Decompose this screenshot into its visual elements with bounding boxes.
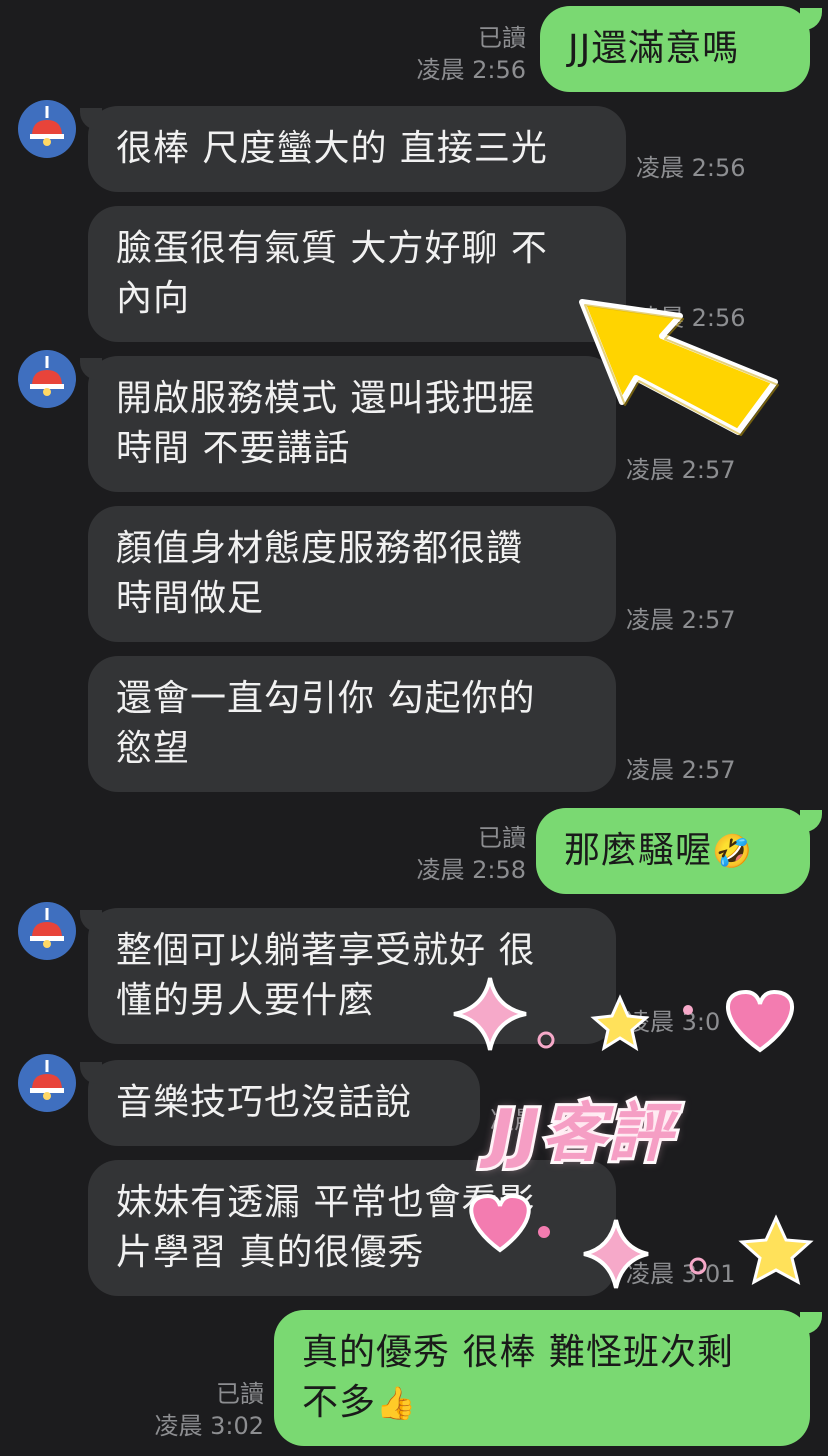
message-bubble[interactable]: 妹妹有透漏 平常也會看影 片學習 真的很優秀 [88, 1160, 616, 1296]
bubble-tail [800, 810, 822, 832]
message-bubble[interactable]: 臉蛋很有氣質 大方好聊 不 內向 [88, 206, 626, 342]
message-bubble[interactable]: 音樂技巧也沒話說 [88, 1060, 480, 1146]
message-text-line: 懂的男人要什麼 [116, 980, 376, 1021]
avatar[interactable] [18, 1054, 76, 1112]
message-bubble[interactable]: 真的優秀 很棒 難怪班次剩 不多👍 [274, 1310, 810, 1446]
heart-icon [725, 989, 795, 1053]
message-text: 那麼騷喔 [564, 830, 713, 871]
message-text-line: 妹妹有透漏 平常也會看影 [116, 1182, 536, 1223]
star-icon [738, 1214, 814, 1285]
message-time: 凌晨 2:56 [636, 154, 746, 182]
avatar[interactable] [18, 100, 76, 158]
message-bubble[interactable]: 那麼騷喔🤣 [536, 808, 810, 894]
message-text-line: 很棒 尺度蠻大的 直接三光 [116, 128, 548, 169]
message-text-line: 臉蛋很有氣質 大方好聊 不 [116, 228, 548, 269]
message-text-line: 不多 [302, 1382, 377, 1423]
message-time: 凌晨 2:56 [416, 56, 526, 84]
message-text-line: 時間做足 [116, 578, 265, 619]
bubble-tail [800, 1312, 822, 1334]
message-text: JJ還滿意嗎 [568, 28, 740, 69]
message-time: 凌晨 2:57 [626, 756, 736, 784]
read-receipt: 已讀 [478, 24, 526, 52]
bubble-tail [80, 108, 102, 130]
message-time: 凌晨 2:57 [626, 606, 736, 634]
message-text-line: 內向 [116, 278, 191, 319]
bubble-tail [80, 910, 102, 932]
message-text-line: 開啟服務模式 還叫我把握 [116, 378, 536, 419]
message-time: 凌晨 3:02 [154, 1412, 264, 1440]
lamp-icon [30, 1060, 64, 1100]
bubble-tail [800, 8, 822, 30]
message-text-line: 時間 不要講話 [116, 428, 351, 469]
message-time: 凌晨 2:56 [636, 304, 746, 332]
avatar[interactable] [18, 902, 76, 960]
message-bubble[interactable]: 開啟服務模式 還叫我把握 時間 不要講話 [88, 356, 616, 492]
thumbs-up-emoji-icon: 👍 [376, 1384, 417, 1422]
read-receipt: 已讀 [216, 1380, 264, 1408]
message-time: 凌晨 [490, 1106, 538, 1134]
bubble-tail [80, 358, 102, 380]
message-bubble[interactable]: 顏值身材態度服務都很讚 時間做足 [88, 506, 616, 642]
message-bubble[interactable]: JJ還滿意嗎 [540, 6, 810, 92]
message-text-line: 真的優秀 很棒 難怪班次剩 [302, 1332, 734, 1373]
message-time: 凌晨 3:01 [626, 1260, 736, 1288]
bubble-tail [80, 1062, 102, 1084]
message-bubble[interactable]: 整個可以躺著享受就好 很 懂的男人要什麼 [88, 908, 616, 1044]
message-text-line: 音樂技巧也沒話說 [116, 1082, 413, 1123]
message-bubble[interactable]: 很棒 尺度蠻大的 直接三光 [88, 106, 626, 192]
read-receipt: 已讀 [478, 824, 526, 852]
message-text-line: 片學習 真的很優秀 [116, 1232, 425, 1273]
lamp-icon [30, 356, 64, 396]
avatar[interactable] [18, 350, 76, 408]
message-text-line: 還會一直勾引你 勾起你的 [116, 678, 536, 719]
lamp-icon [30, 106, 64, 146]
message-time: 凌晨 3:0 [626, 1008, 721, 1036]
message-text-line: 顏值身材態度服務都很讚 [116, 528, 524, 569]
message-time: 凌晨 2:58 [416, 856, 526, 884]
rofl-emoji-icon: 🤣 [712, 832, 753, 870]
message-bubble[interactable]: 還會一直勾引你 勾起你的 慾望 [88, 656, 616, 792]
lamp-icon [30, 908, 64, 948]
message-time: 凌晨 2:57 [626, 456, 736, 484]
message-text-line: 整個可以躺著享受就好 很 [116, 930, 536, 971]
message-text-line: 慾望 [116, 728, 191, 769]
